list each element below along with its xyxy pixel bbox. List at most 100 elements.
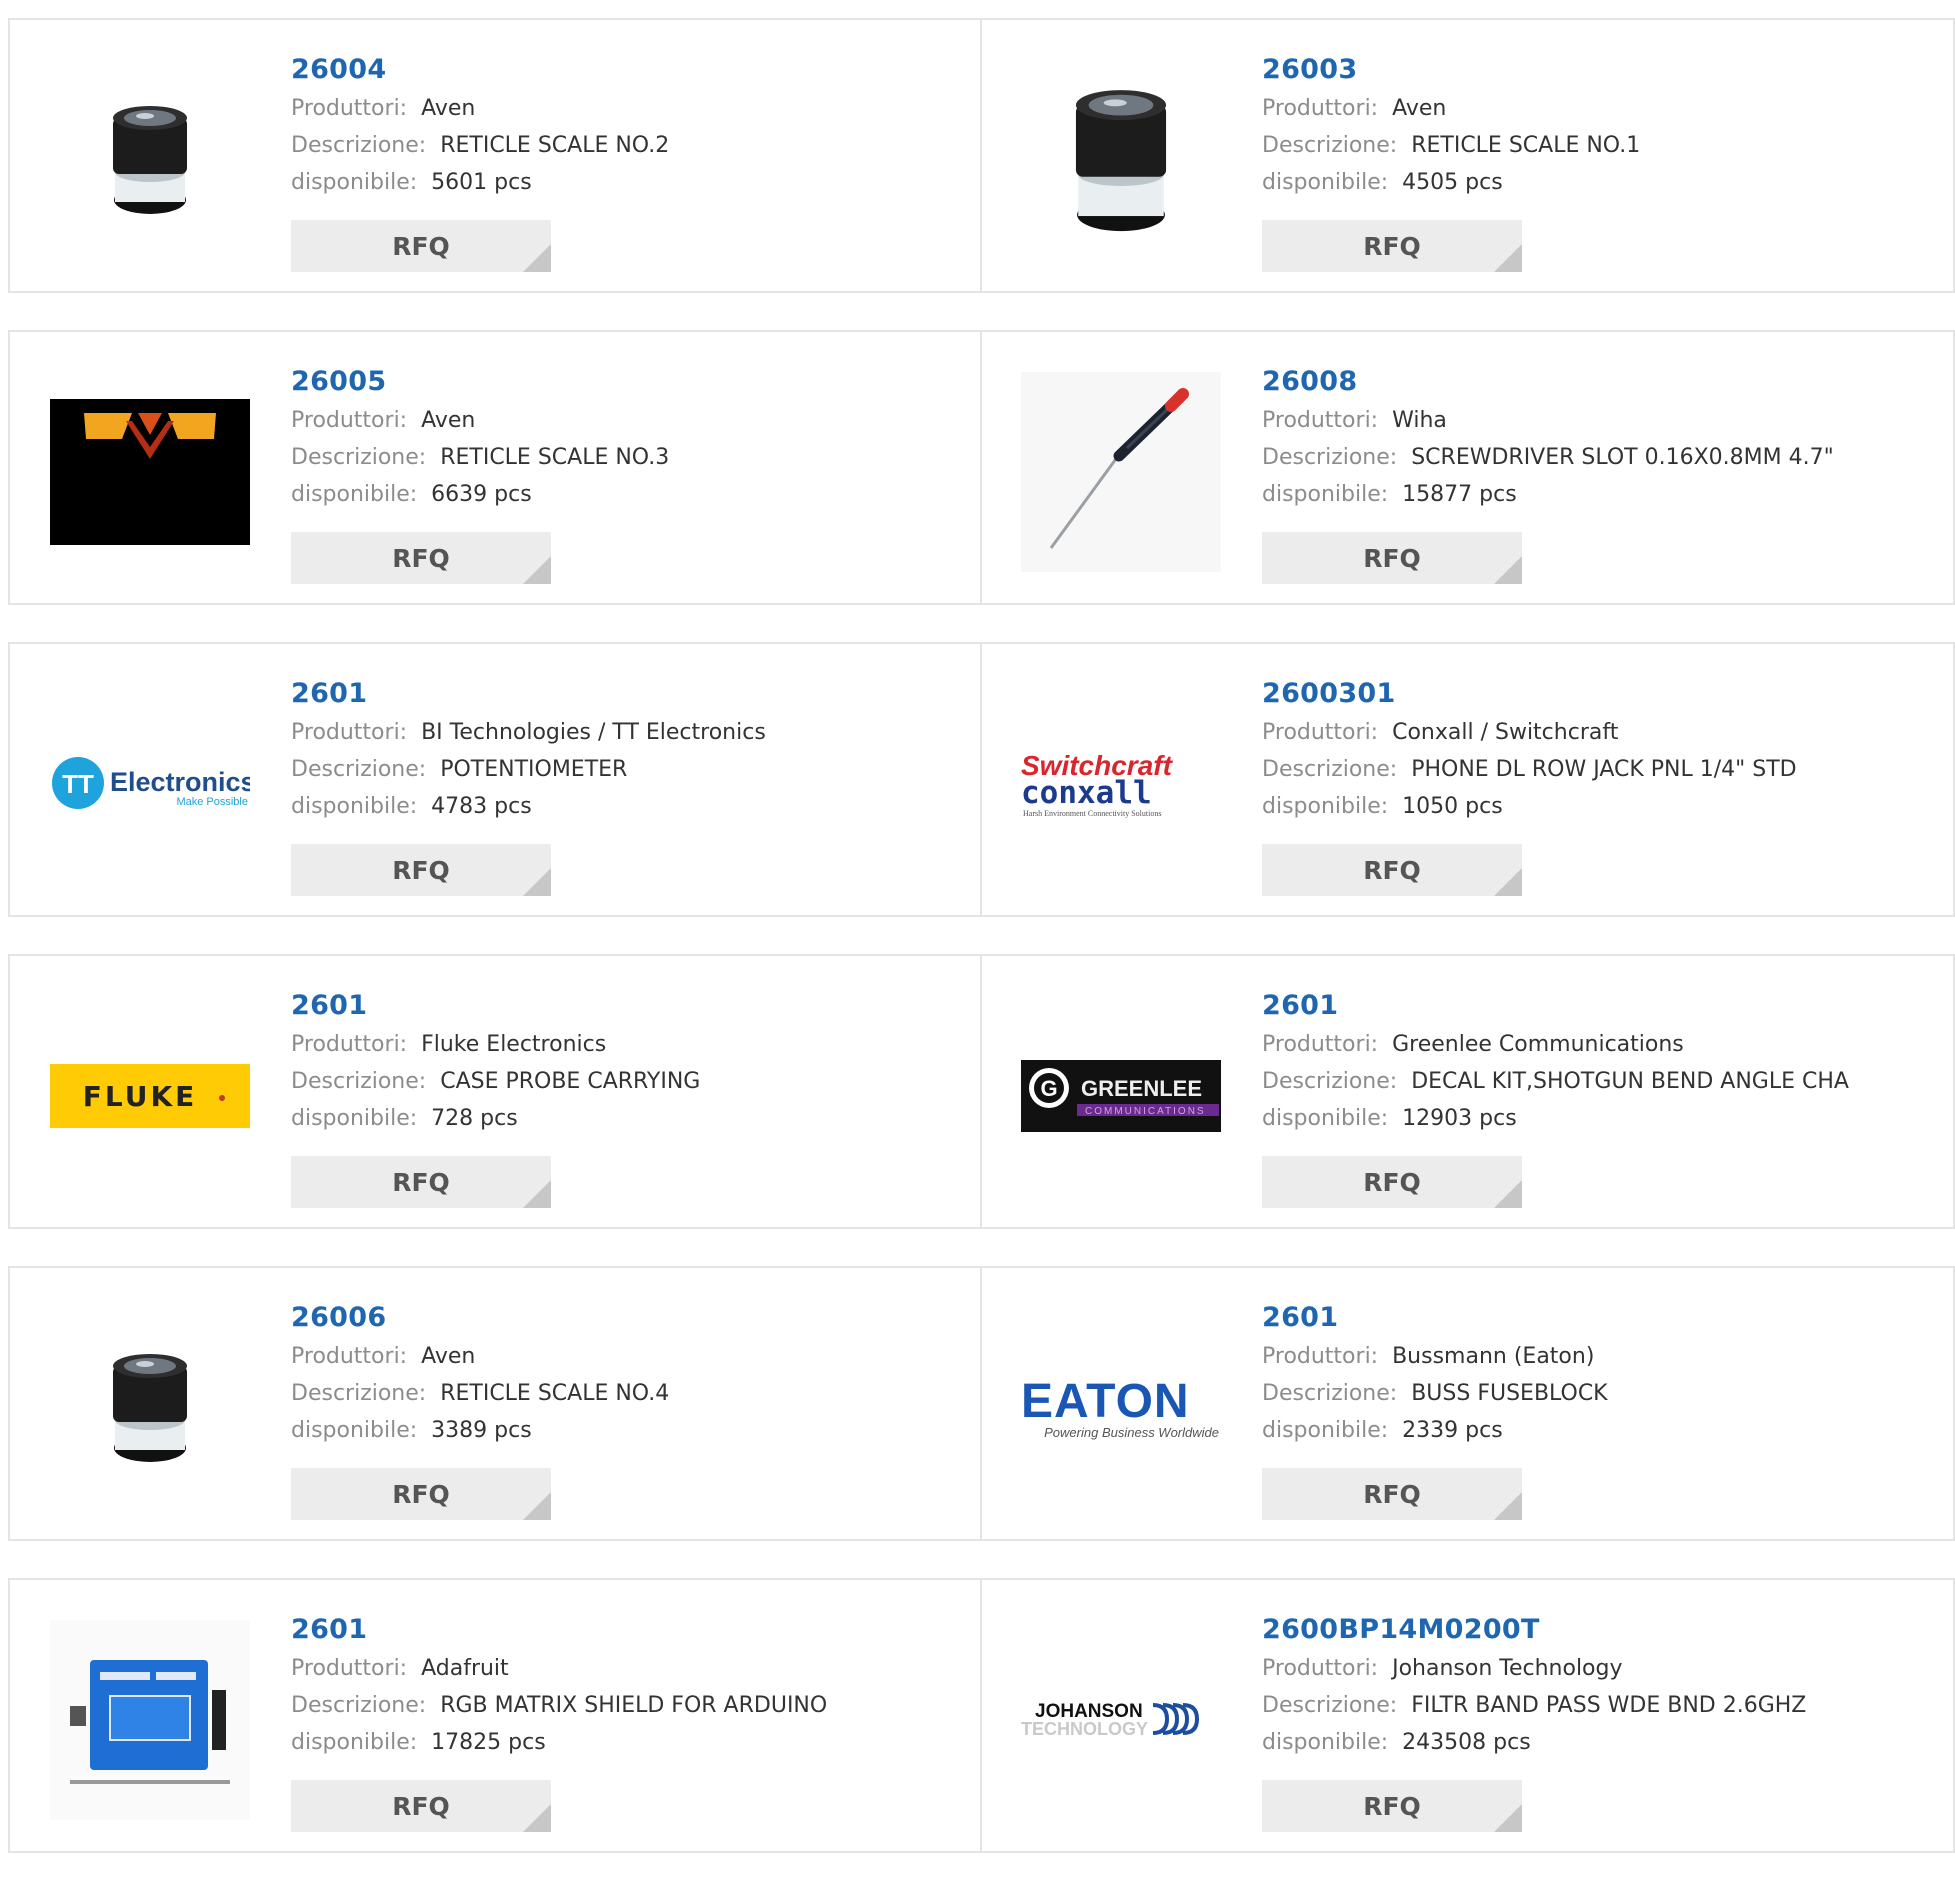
rfq-button[interactable]: RFQ (1262, 844, 1522, 896)
description-label: Descrizione: (291, 1381, 427, 1406)
manufacturer-row: Produttori: BI Technologies / TT Electron… (291, 714, 766, 751)
part-number-link[interactable]: 2601 (291, 674, 766, 714)
product-row: TT Electronics Make Possible 2601 Produt… (8, 642, 1955, 917)
description-label: Descrizione: (291, 133, 427, 158)
rfq-button[interactable]: RFQ (291, 1780, 551, 1832)
manufacturer-label: Produttori: (291, 1656, 408, 1681)
product-image[interactable] (1021, 372, 1221, 572)
greenlee-logo: G GREENLEE COMMUNICATIONS (1021, 1060, 1221, 1132)
stock-value: 12903 pcs (1402, 1106, 1517, 1131)
description-row: Descrizione: BUSS FUSEBLOCK (1262, 1375, 1608, 1412)
part-number-link[interactable]: 26005 (291, 362, 669, 402)
product-image[interactable]: G GREENLEE COMMUNICATIONS (1021, 996, 1221, 1196)
stock-value: 6639 pcs (431, 482, 532, 507)
stock-value: 1050 pcs (1402, 794, 1503, 819)
part-number-link[interactable]: 2601 (291, 986, 700, 1026)
corner-decoration (523, 244, 551, 272)
product-image[interactable]: JOHANSON TECHNOLOGY (1021, 1620, 1221, 1820)
svg-text:Make Possible: Make Possible (176, 796, 248, 808)
svg-text:EATON: EATON (1021, 1375, 1190, 1428)
svg-text:Harsh Environment Connectivity: Harsh Environment Connectivity Solutions (1023, 809, 1161, 818)
switchcraft-conxall-logo: Switchcraft conxall Harsh Environment Co… (1021, 750, 1174, 818)
part-number-link[interactable]: 26008 (1262, 362, 1834, 402)
manufacturer-value: Fluke Electronics (421, 1032, 607, 1057)
manufacturer-row: Produttori: Fluke Electronics (291, 1026, 700, 1063)
manufacturer-value: Adafruit (421, 1656, 509, 1681)
stock-row: disponibile: 5601 pcs (291, 164, 669, 201)
description-row: Descrizione: RGB MATRIX SHIELD FOR ARDUIN… (291, 1687, 827, 1724)
manufacturer-label: Produttori: (1262, 1032, 1379, 1057)
stock-label: disponibile: (291, 170, 418, 195)
rfq-button[interactable]: RFQ (291, 1156, 551, 1208)
rfq-button[interactable]: RFQ (291, 532, 551, 584)
part-number-link[interactable]: 2600301 (1262, 674, 1797, 714)
manufacturer-row: Produttori: Greenlee Communications (1262, 1026, 1849, 1063)
product-card: 26003 Produttori: Aven Descrizione: RETICL… (982, 18, 1955, 293)
rfq-button[interactable]: RFQ (291, 844, 551, 896)
manufacturer-value: Aven (421, 1344, 476, 1369)
description-value: SCREWDRIVER SLOT 0.16X0.8MM 4.7" (1411, 445, 1834, 470)
description-label: Descrizione: (291, 757, 427, 782)
fluke-logo: FLUKE (50, 1064, 250, 1128)
eaton-logo: EATON Powering Business Worldwide (1021, 1375, 1219, 1440)
rfq-button[interactable]: RFQ (1262, 1468, 1522, 1520)
part-number-link[interactable]: 2600BP14M0200T (1262, 1610, 1806, 1650)
description-value: POTENTIOMETER (440, 757, 628, 782)
manufacturer-label: Produttori: (1262, 720, 1379, 745)
product-card: 26006 Produttori: Aven Descrizione: RETICL… (8, 1266, 982, 1541)
tt-electronics-logo: TT Electronics Make Possible (52, 757, 250, 809)
stock-value: 2339 pcs (1402, 1418, 1503, 1443)
product-image[interactable]: FLUKE (50, 996, 250, 1196)
part-number-link[interactable]: 26006 (291, 1298, 669, 1338)
product-card: FLUKE 2601 Produttori: Fluke Electronics … (8, 954, 982, 1229)
rfq-button[interactable]: RFQ (1262, 532, 1522, 584)
svg-text:Electronics: Electronics (110, 767, 250, 797)
product-card: Switchcraft conxall Harsh Environment Co… (982, 642, 1955, 917)
corner-decoration (523, 868, 551, 896)
stock-value: 4783 pcs (431, 794, 532, 819)
manufacturer-value: Conxall / Switchcraft (1392, 720, 1619, 745)
corner-decoration (1494, 556, 1522, 584)
rfq-button[interactable]: RFQ (1262, 220, 1522, 272)
stock-label: disponibile: (291, 482, 418, 507)
stock-value: 728 pcs (431, 1106, 518, 1131)
part-number-link[interactable]: 2601 (1262, 1298, 1608, 1338)
manufacturer-label: Produttori: (291, 408, 408, 433)
rfq-label: RFQ (392, 855, 450, 885)
part-number-link[interactable]: 2601 (291, 1610, 827, 1650)
product-image[interactable] (50, 1620, 250, 1820)
product-image[interactable] (1021, 60, 1221, 260)
product-image[interactable] (50, 372, 250, 572)
stock-row: disponibile: 4505 pcs (1262, 164, 1640, 201)
description-value: BUSS FUSEBLOCK (1411, 1381, 1608, 1406)
description-label: Descrizione: (1262, 1069, 1398, 1094)
manufacturer-row: Produttori: Wiha (1262, 402, 1834, 439)
description-row: Descrizione: RETICLE SCALE NO.3 (291, 439, 669, 476)
product-image[interactable]: TT Electronics Make Possible (50, 684, 250, 884)
part-number-link[interactable]: 26003 (1262, 50, 1640, 90)
part-number-link[interactable]: 2601 (1262, 986, 1849, 1026)
rfq-label: RFQ (392, 231, 450, 261)
product-image[interactable]: Switchcraft conxall Harsh Environment Co… (1021, 684, 1221, 884)
product-image[interactable]: EATON Powering Business Worldwide (1021, 1308, 1221, 1508)
manufacturer-label: Produttori: (291, 1032, 408, 1057)
rfq-button[interactable]: RFQ (291, 1468, 551, 1520)
stock-value: 15877 pcs (1402, 482, 1517, 507)
svg-text:Powering Business Worldwide: Powering Business Worldwide (1044, 1425, 1219, 1440)
svg-text:TECHNOLOGY: TECHNOLOGY (1021, 1719, 1148, 1739)
description-label: Descrizione: (1262, 133, 1398, 158)
description-row: Descrizione: DECAL KIT,SHOTGUN BEND ANGLE… (1262, 1063, 1849, 1100)
manufacturer-value: Aven (421, 96, 476, 121)
part-number-link[interactable]: 26004 (291, 50, 669, 90)
rfq-button[interactable]: RFQ (291, 220, 551, 272)
manufacturer-row: Produttori: Aven (1262, 90, 1640, 127)
rfq-button[interactable]: RFQ (1262, 1780, 1522, 1832)
product-image[interactable] (50, 1308, 250, 1508)
rfq-button[interactable]: RFQ (1262, 1156, 1522, 1208)
corner-decoration (1494, 1180, 1522, 1208)
description-label: Descrizione: (1262, 445, 1398, 470)
manufacturer-label: Produttori: (291, 1344, 408, 1369)
description-value: RETICLE SCALE NO.3 (440, 445, 670, 470)
manufacturer-label: Produttori: (291, 96, 408, 121)
product-image[interactable] (50, 60, 250, 260)
